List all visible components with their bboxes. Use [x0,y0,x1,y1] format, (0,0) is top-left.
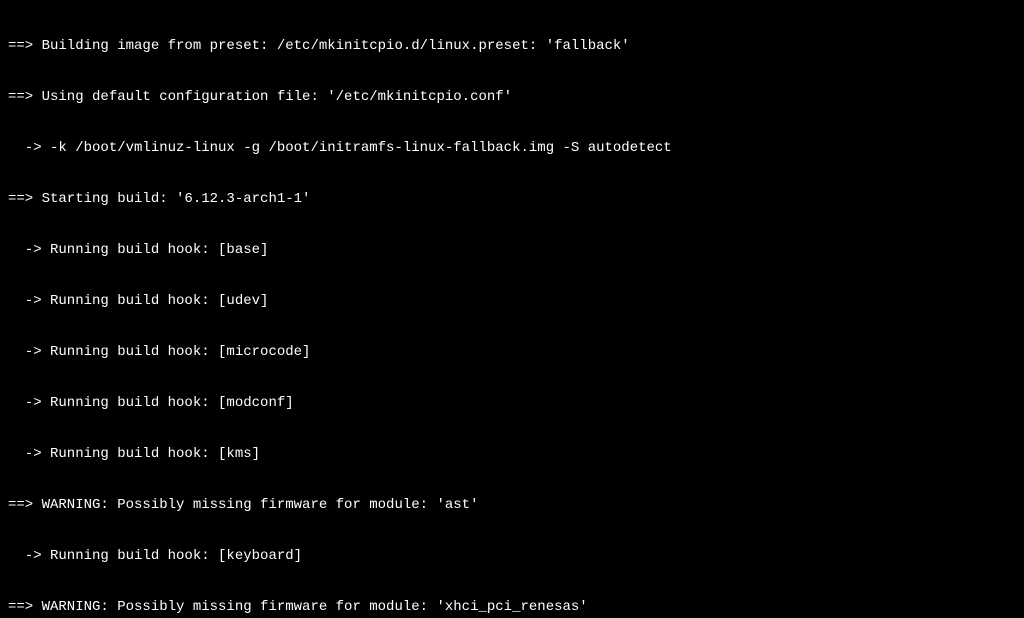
output-line: -> Running build hook: [kms] [8,446,1016,463]
output-line: -> Running build hook: [modconf] [8,395,1016,412]
output-line: ==> Using default configuration file: '/… [8,89,1016,106]
output-line: ==> WARNING: Possibly missing firmware f… [8,599,1016,616]
output-line: -> Running build hook: [microcode] [8,344,1016,361]
output-line: ==> WARNING: Possibly missing firmware f… [8,497,1016,514]
output-line: ==> Building image from preset: /etc/mki… [8,38,1016,55]
terminal-output[interactable]: ==> Building image from preset: /etc/mki… [0,0,1024,618]
output-line: -> Running build hook: [base] [8,242,1016,259]
output-line: -> -k /boot/vmlinuz-linux -g /boot/initr… [8,140,1016,157]
output-line: ==> Starting build: '6.12.3-arch1-1' [8,191,1016,208]
output-line: -> Running build hook: [udev] [8,293,1016,310]
output-line: -> Running build hook: [keyboard] [8,548,1016,565]
